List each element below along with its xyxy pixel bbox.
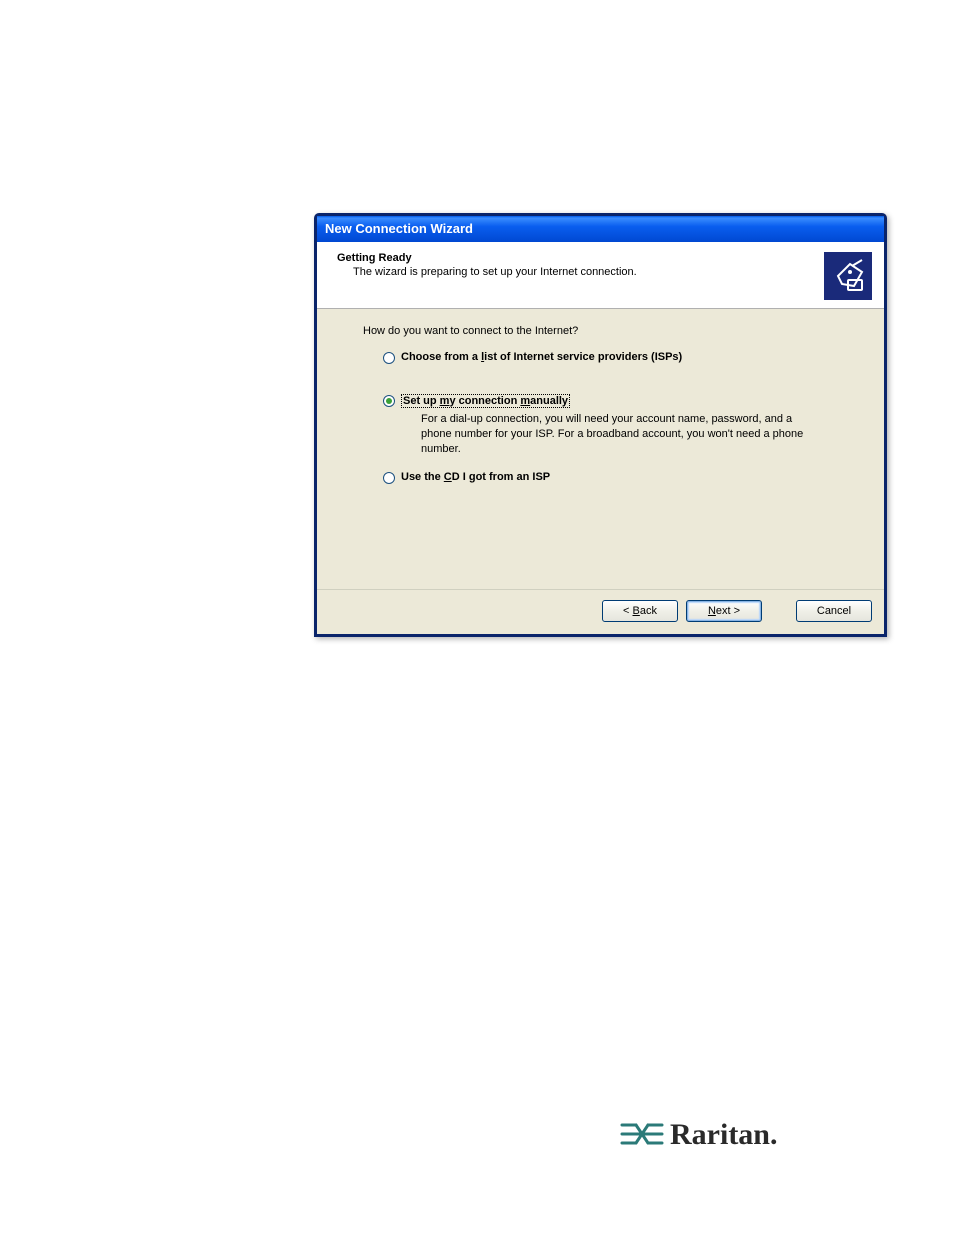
radio-icon (383, 472, 395, 484)
header-title: Getting Ready (337, 252, 824, 264)
option-setup-manually[interactable]: Set up my connection manually (383, 394, 844, 408)
dialog-button-bar: < Back Next > Cancel (317, 589, 884, 634)
modem-icon (824, 252, 872, 300)
option-label: Set up my connection manually (401, 394, 570, 408)
cancel-button[interactable]: Cancel (796, 600, 872, 622)
option-description: For a dial-up connection, you will need … (421, 412, 844, 457)
raritan-logo-text: Raritan. (670, 1118, 778, 1152)
option-label: Choose from a list of Internet service p… (401, 351, 682, 363)
header-subtitle: The wizard is preparing to set up your I… (353, 266, 824, 278)
back-button[interactable]: < Back (602, 600, 678, 622)
radio-icon (383, 395, 395, 407)
header-text-block: Getting Ready The wizard is preparing to… (337, 252, 824, 278)
question-text: How do you want to connect to the Intern… (363, 325, 844, 337)
dialog-content: How do you want to connect to the Intern… (317, 309, 884, 589)
option-choose-list[interactable]: Choose from a list of Internet service p… (383, 351, 844, 364)
option-use-cd[interactable]: Use the CD I got from an ISP (383, 471, 844, 484)
next-button[interactable]: Next > (686, 600, 762, 622)
dialog-header-panel: Getting Ready The wizard is preparing to… (317, 242, 884, 309)
raritan-logo-icon (620, 1119, 664, 1152)
dialog-titlebar[interactable]: New Connection Wizard (317, 216, 884, 242)
dialog-title: New Connection Wizard (325, 221, 473, 236)
radio-icon (383, 352, 395, 364)
radio-group: Choose from a list of Internet service p… (383, 351, 844, 484)
raritan-logo: Raritan. (620, 1118, 778, 1152)
new-connection-wizard-dialog: New Connection Wizard Getting Ready The … (314, 213, 887, 637)
option-label: Use the CD I got from an ISP (401, 471, 550, 483)
